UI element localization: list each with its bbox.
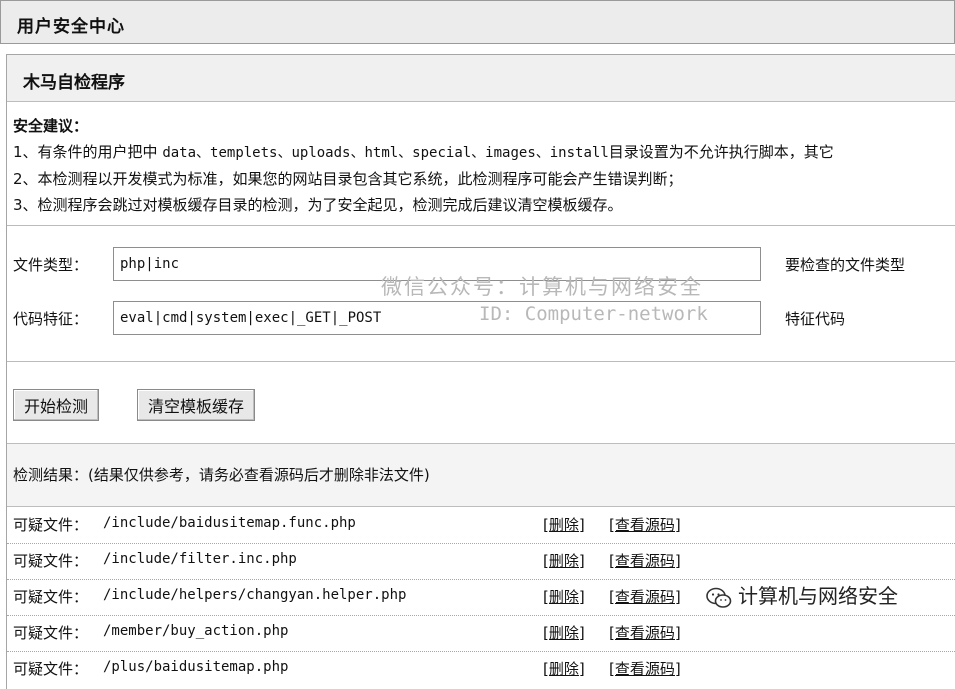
- advice-title: 安全建议：: [13, 117, 89, 135]
- table-row: 可疑文件： /include/filter.inc.php [删除] [查看源码…: [7, 543, 955, 580]
- view-source-link[interactable]: [查看源码]: [609, 622, 681, 643]
- filetype-hint: 要检查的文件类型: [785, 256, 906, 274]
- delete-link[interactable]: [删除]: [543, 658, 585, 679]
- advice-line-3: 3、检测程序会跳过对模板缓存目录的检测，为了安全起见，检测完成后建议清空模板缓存…: [13, 196, 623, 214]
- file-path: /include/filter.inc.php: [103, 551, 297, 567]
- brand-watermark: 计算机与网络安全: [706, 580, 898, 612]
- table-row: 可疑文件： /include/baidusitemap.func.php [删除…: [7, 507, 955, 544]
- advice-line-1: 1、有条件的用户把中 data、templets、uploads、html、sp…: [13, 139, 955, 166]
- watermark-wechat: 微信公众号：计算机与网络安全: [381, 275, 703, 299]
- filetype-label: 文件类型：: [13, 256, 89, 274]
- advice-line-2: 2、本检测程以开发模式为标准，如果您的网站目录包含其它系统，此检测程序可能会产生…: [13, 170, 683, 188]
- delete-link[interactable]: [删除]: [543, 586, 585, 607]
- page-frame: 用户安全中心 木马自检程序 安全建议： 1、有条件的用户把中 data、temp…: [0, 0, 955, 689]
- wechat-icon: [706, 587, 732, 609]
- view-source-link[interactable]: [查看源码]: [609, 550, 681, 571]
- panel-title: 木马自检程序: [23, 73, 125, 93]
- divider-advice: [7, 225, 955, 226]
- clear-cache-button[interactable]: 清空模板缓存: [137, 389, 256, 421]
- start-scan-button[interactable]: 开始检测: [13, 389, 100, 421]
- result-header-text: 检测结果：(结果仅供参考，请务必查看源码后才删除非法文件): [13, 466, 430, 484]
- suspicious-file-label: 可疑文件：: [13, 660, 89, 678]
- security-advice: 安全建议： 1、有条件的用户把中 data、templets、uploads、h…: [13, 113, 955, 218]
- code-signature-hint: 特征代码: [785, 310, 846, 328]
- suspicious-file-label: 可疑文件：: [13, 588, 89, 606]
- panel-title-bar: 木马自检程序: [7, 55, 955, 102]
- brand-text: 计算机与网络安全: [738, 584, 898, 608]
- suspicious-file-label: 可疑文件：: [13, 516, 89, 534]
- table-row: 可疑文件： /plus/baidusitemap.php [删除] [查看源码]: [7, 651, 955, 687]
- code-signature-label: 代码特征：: [13, 310, 89, 328]
- watermark-id: ID: Computer-network: [479, 303, 708, 325]
- result-header: 检测结果：(结果仅供参考，请务必查看源码后才删除非法文件): [7, 443, 955, 507]
- view-source-link[interactable]: [查看源码]: [609, 658, 681, 679]
- advice-line-1-dirs: data、templets、uploads、html、special、image…: [162, 145, 609, 161]
- top-header: 用户安全中心: [0, 0, 955, 44]
- file-path: /include/baidusitemap.func.php: [103, 515, 356, 531]
- file-path: /member/buy_action.php: [103, 623, 289, 639]
- view-source-link[interactable]: [查看源码]: [609, 514, 681, 535]
- delete-link[interactable]: [删除]: [543, 622, 585, 643]
- advice-line-1-suffix: 目录设置为不允许执行脚本，其它: [608, 143, 834, 161]
- table-row: 可疑文件： /member/buy_action.php [删除] [查看源码]: [7, 615, 955, 652]
- delete-link[interactable]: [删除]: [543, 550, 585, 571]
- view-source-link[interactable]: [查看源码]: [609, 586, 681, 607]
- suspicious-file-label: 可疑文件：: [13, 552, 89, 570]
- advice-line-1-prefix: 1、有条件的用户把中: [13, 143, 163, 161]
- delete-link[interactable]: [删除]: [543, 514, 585, 535]
- file-path: /plus/baidusitemap.php: [103, 659, 289, 675]
- divider-form: [7, 361, 955, 362]
- page-title: 用户安全中心: [17, 17, 125, 37]
- file-path: /include/helpers/changyan.helper.php: [103, 587, 407, 603]
- suspicious-file-label: 可疑文件：: [13, 624, 89, 642]
